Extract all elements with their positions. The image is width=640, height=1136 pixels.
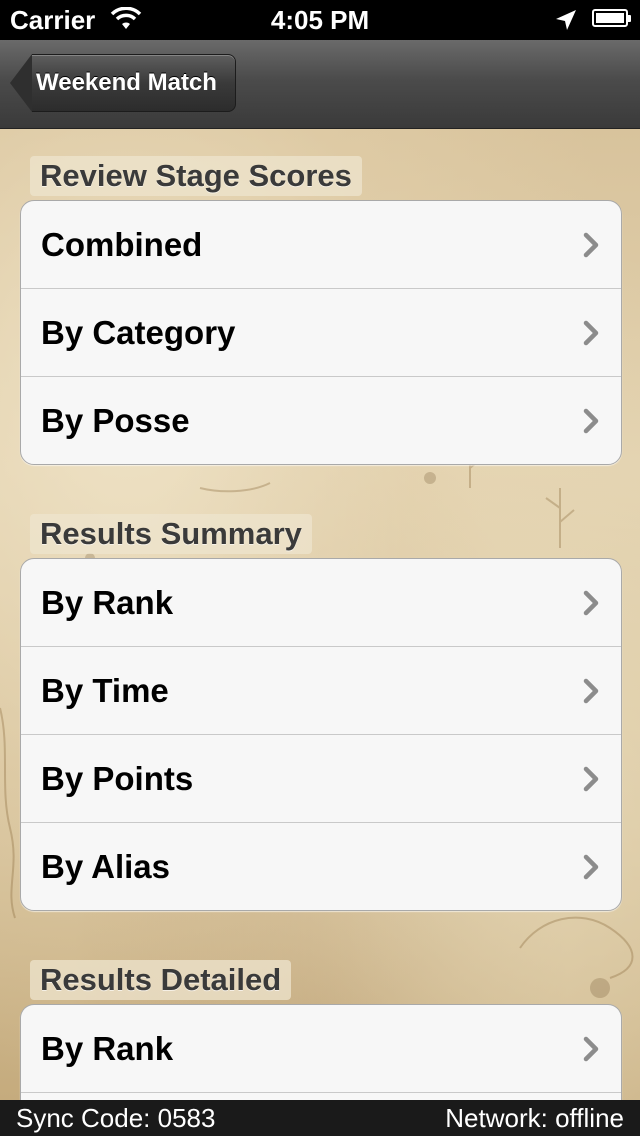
row-label: By Points — [41, 759, 194, 797]
row-by-category[interactable]: By Category — [21, 289, 621, 377]
navigation-bar: Weekend Match — [0, 40, 640, 129]
row-label: By Rank — [41, 583, 174, 621]
chevron-right-icon — [583, 408, 599, 439]
row-by-rank[interactable]: By Rank — [21, 559, 621, 647]
sync-status-bar: Sync Code: 0583 Network: offline — [0, 1100, 640, 1136]
row-by-posse[interactable]: By Posse — [21, 377, 621, 464]
back-button-label: Weekend Match — [32, 54, 236, 112]
chevron-right-icon — [583, 590, 599, 621]
row-label: By Time — [41, 671, 169, 709]
battery-icon — [592, 9, 631, 27]
chevron-right-icon — [583, 320, 599, 351]
row-label: By Category — [41, 313, 236, 351]
chevron-right-icon — [583, 854, 599, 885]
row-by-alias[interactable]: By Alias — [21, 823, 621, 910]
row-label: By Rank — [41, 1029, 174, 1067]
location-arrow-icon — [554, 8, 578, 39]
back-arrow-icon — [10, 54, 32, 112]
back-button[interactable]: Weekend Match — [10, 54, 236, 112]
review-stage-scores-group: Combined By Category By Posse — [20, 200, 622, 465]
section-header-results-summary: Results Summary — [30, 514, 312, 554]
row-combined[interactable]: Combined — [21, 201, 621, 289]
results-summary-group: By Rank By Time By Points By Alias — [20, 558, 622, 911]
section-header-results-detailed: Results Detailed — [30, 960, 292, 1000]
row-by-time[interactable]: By Time — [21, 647, 621, 735]
row-label: By Posse — [41, 401, 190, 439]
section-header-review-stage-scores: Review Stage Scores — [30, 156, 362, 196]
row-detailed-by-rank[interactable]: By Rank — [21, 1005, 621, 1093]
network-status-label: Network: offline — [445, 1103, 624, 1133]
row-by-points[interactable]: By Points — [21, 735, 621, 823]
chevron-right-icon — [583, 678, 599, 709]
row-label: By Alias — [41, 847, 171, 885]
chevron-right-icon — [583, 1036, 599, 1067]
chevron-right-icon — [583, 766, 599, 797]
clock: 4:05 PM — [270, 5, 370, 35]
status-bar: Carrier 4:05 PM — [0, 0, 640, 40]
row-label: Combined — [41, 225, 203, 263]
chevron-right-icon — [583, 232, 599, 263]
sync-code-label: Sync Code: 0583 — [16, 1103, 216, 1133]
